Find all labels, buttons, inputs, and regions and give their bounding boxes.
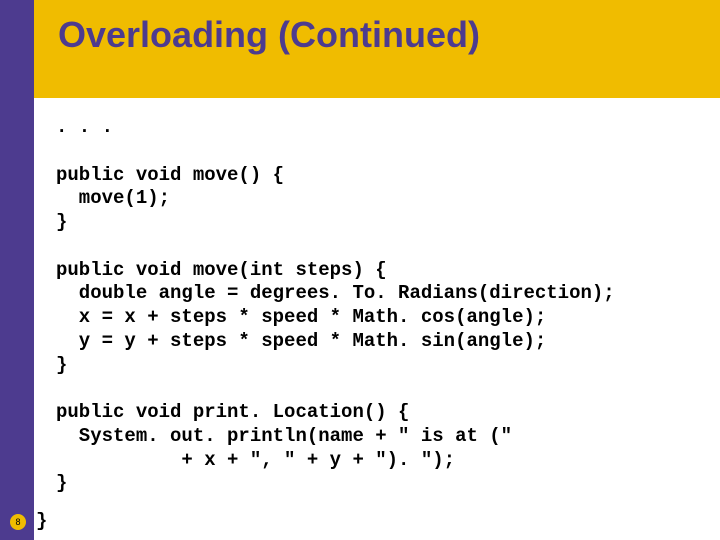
sidebar-accent — [0, 0, 34, 540]
slide-title: Overloading (Continued) — [58, 14, 480, 56]
page-number-badge: 8 — [10, 514, 26, 530]
slide: Overloading (Continued) . . . public voi… — [0, 0, 720, 540]
closing-brace: } — [36, 510, 47, 532]
code-block: . . . public void move() { move(1); } pu… — [56, 116, 696, 496]
